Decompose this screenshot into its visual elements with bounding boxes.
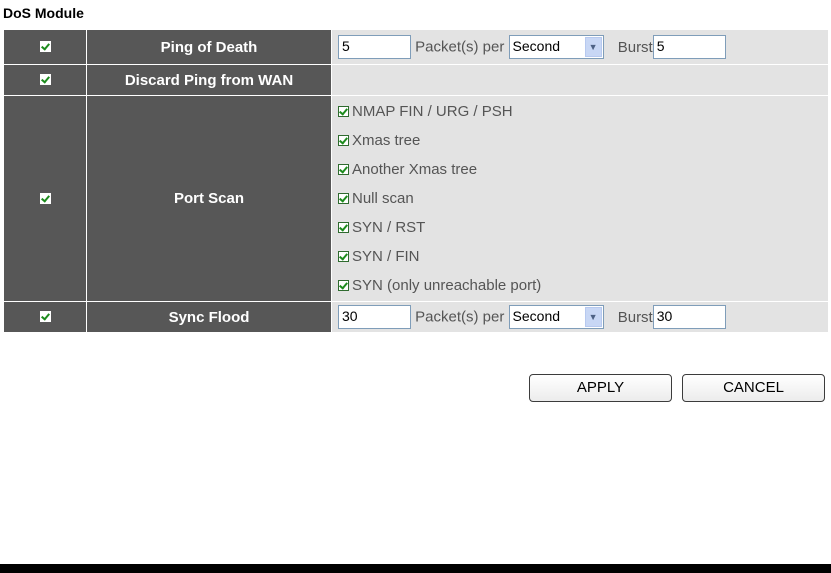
- burst-label: Burst: [617, 38, 653, 56]
- bottom-divider: [0, 564, 831, 573]
- discard-ping-row: Discard Ping from WAN: [4, 65, 828, 95]
- nmap-checkbox[interactable]: [338, 106, 349, 117]
- sync-flood-label: Sync Flood: [87, 302, 331, 332]
- dos-module-page: DoS Module Ping of Death 5 Packet(s) per…: [0, 0, 831, 573]
- discard-ping-checkbox-cell: [4, 65, 86, 95]
- ping-of-death-packets-input[interactable]: 5: [338, 35, 411, 59]
- cancel-button[interactable]: CANCEL: [682, 374, 825, 402]
- chevron-down-icon[interactable]: ▼: [584, 37, 602, 57]
- list-item: Xmas tree: [338, 126, 828, 155]
- ping-of-death-label: Ping of Death: [87, 30, 331, 64]
- syn-unreachable-label: SYN (only unreachable port): [352, 277, 542, 294]
- list-item: SYN / RST: [338, 213, 828, 242]
- port-scan-option-list: NMAP FIN / URG / PSH Xmas tree Another X…: [338, 97, 828, 300]
- packets-per-label: Packet(s) per: [415, 38, 505, 56]
- xmas-tree-label: Xmas tree: [352, 132, 421, 149]
- apply-button[interactable]: APPLY: [529, 374, 672, 402]
- ping-of-death-row: Ping of Death 5 Packet(s) per Second ▼ B…: [4, 30, 828, 64]
- syn-rst-checkbox[interactable]: [338, 222, 349, 233]
- ping-of-death-settings: 5 Packet(s) per Second ▼ Burst 5: [332, 30, 828, 64]
- dos-settings-table: Ping of Death 5 Packet(s) per Second ▼ B…: [3, 29, 829, 333]
- module-title: DoS Module: [3, 5, 84, 21]
- discard-ping-settings: [332, 65, 828, 95]
- syn-unreachable-checkbox[interactable]: [338, 280, 349, 291]
- syn-fin-label: SYN / FIN: [352, 248, 420, 265]
- port-scan-checkbox-cell: [4, 96, 86, 301]
- null-scan-label: Null scan: [352, 190, 414, 207]
- null-scan-checkbox[interactable]: [338, 193, 349, 204]
- sync-flood-settings: 30 Packet(s) per Second ▼ Burst 30: [332, 302, 828, 332]
- packets-per-label: Packet(s) per: [415, 308, 505, 326]
- nmap-label: NMAP FIN / URG / PSH: [352, 103, 513, 120]
- discard-ping-checkbox[interactable]: [39, 74, 51, 86]
- port-scan-options: NMAP FIN / URG / PSH Xmas tree Another X…: [332, 96, 828, 301]
- list-item: Another Xmas tree: [338, 155, 828, 184]
- ping-of-death-checkbox[interactable]: [39, 41, 51, 53]
- sync-flood-checkbox-cell: [4, 302, 86, 332]
- burst-label: Burst: [617, 308, 653, 326]
- period-select-value: Second: [512, 38, 561, 54]
- ping-of-death-burst-input[interactable]: 5: [652, 35, 726, 59]
- list-item: Null scan: [338, 184, 828, 213]
- list-item: NMAP FIN / URG / PSH: [338, 97, 828, 126]
- port-scan-checkbox[interactable]: [39, 192, 51, 204]
- list-item: SYN / FIN: [338, 242, 828, 271]
- sync-flood-checkbox[interactable]: [39, 311, 51, 323]
- period-select-value: Second: [512, 308, 561, 324]
- another-xmas-tree-checkbox[interactable]: [338, 164, 349, 175]
- port-scan-label: Port Scan: [87, 96, 331, 301]
- xmas-tree-checkbox[interactable]: [338, 135, 349, 146]
- port-scan-row: Port Scan NMAP FIN / URG / PSH Xmas tree…: [4, 96, 828, 301]
- sync-flood-packets-input[interactable]: 30: [338, 305, 411, 329]
- sync-flood-row: Sync Flood 30 Packet(s) per Second ▼ Bur…: [4, 302, 828, 332]
- sync-flood-burst-input[interactable]: 30: [652, 305, 726, 329]
- syn-rst-label: SYN / RST: [352, 219, 426, 236]
- ping-of-death-checkbox-cell: [4, 30, 86, 64]
- ping-of-death-period-select[interactable]: Second ▼: [508, 35, 604, 59]
- chevron-down-icon[interactable]: ▼: [584, 307, 602, 327]
- another-xmas-tree-label: Another Xmas tree: [352, 161, 478, 178]
- syn-fin-checkbox[interactable]: [338, 251, 349, 262]
- discard-ping-label: Discard Ping from WAN: [87, 65, 331, 95]
- sync-flood-period-select[interactable]: Second ▼: [508, 305, 604, 329]
- list-item: SYN (only unreachable port): [338, 271, 828, 300]
